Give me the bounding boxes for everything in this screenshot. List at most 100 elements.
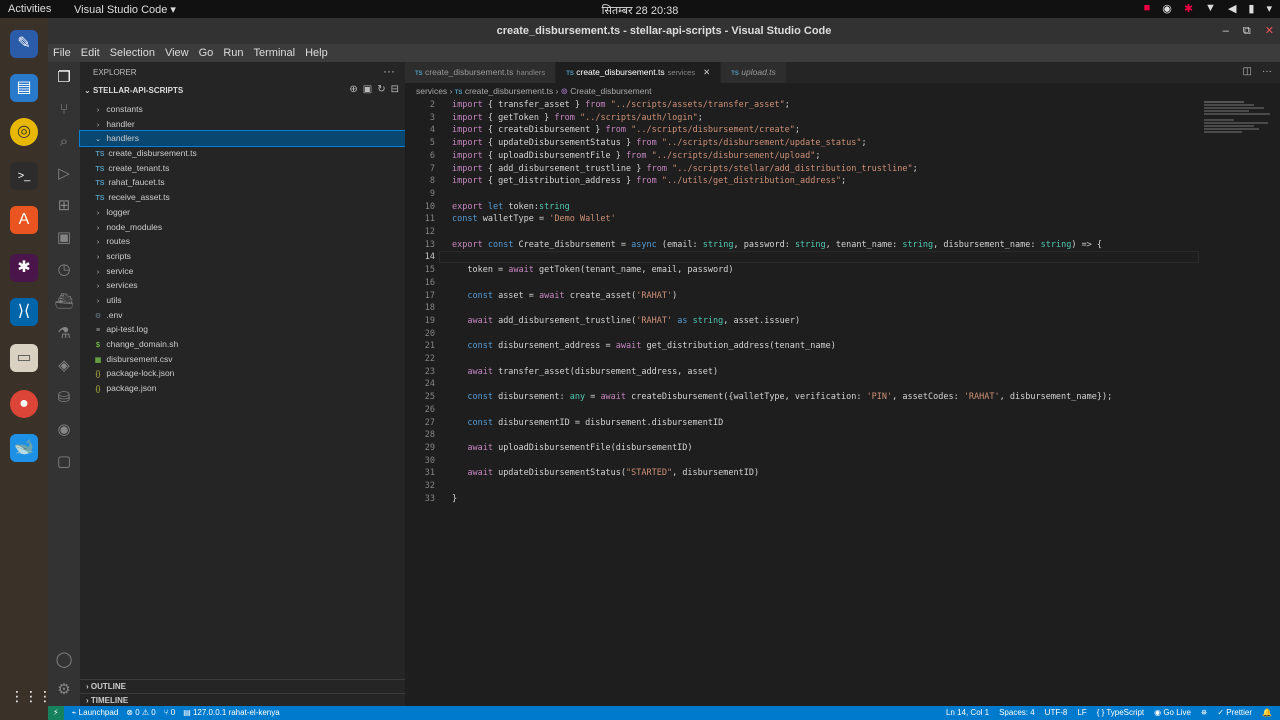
tree-item[interactable]: ≡ api-test.log <box>80 322 405 337</box>
vscode-window: create_disbursement.ts - stellar-api-scr… <box>48 18 1280 720</box>
run-debug-icon[interactable]: ▷ <box>54 164 74 184</box>
line-number: 13 <box>424 239 435 250</box>
tab-1[interactable]: TS create_disbursement.ts handlers <box>405 62 557 83</box>
chat-icon[interactable]: ▢ <box>54 452 74 472</box>
chrome-icon[interactable]: ● <box>10 390 38 418</box>
tree-item[interactable]: $ change_domain.sh <box>80 337 405 352</box>
problems-indicator[interactable]: ⊗ 0 ⚠ 0 <box>126 706 155 720</box>
more-actions-icon[interactable]: ··· <box>383 64 395 78</box>
tree-item[interactable]: › logger <box>80 205 405 220</box>
tree-item[interactable]: TS create_tenant.ts <box>80 161 405 176</box>
tree-item[interactable]: › node_modules <box>80 220 405 235</box>
new-file-icon[interactable]: ⊕ <box>349 84 357 95</box>
split-editor-icon[interactable]: ◫ <box>1243 66 1252 77</box>
tab-3[interactable]: TS upload.ts <box>721 62 787 83</box>
docker-view-icon[interactable]: ⛴ <box>54 292 74 312</box>
tree-item[interactable]: TS create_disbursement.ts <box>80 146 405 161</box>
tree-item[interactable]: ⚙ .env <box>80 308 405 323</box>
clock[interactable]: सितम्बर 28 20:38 <box>0 3 1280 18</box>
notifications-icon[interactable]: 🔔 <box>1262 706 1272 720</box>
tree-item[interactable]: › handler <box>80 117 405 132</box>
timeline-icon[interactable]: ◷ <box>54 260 74 280</box>
tree-item[interactable]: TS receive_asset.ts <box>80 190 405 205</box>
indentation[interactable]: Spaces: 4 <box>999 706 1035 720</box>
record-icon[interactable]: ◉ <box>54 420 74 440</box>
tab-2[interactable]: TS create_disbursement.ts services ✕ <box>556 62 722 83</box>
tree-item[interactable]: {} package-lock.json <box>80 366 405 381</box>
document-viewer-icon[interactable]: ▤ <box>10 74 38 102</box>
menu-selection[interactable]: Selection <box>105 44 160 62</box>
project-root[interactable]: ⌄ STELLAR-API-SCRIPTS <box>84 86 183 95</box>
tree-item[interactable]: › utils <box>80 293 405 308</box>
go-live-button[interactable]: ◉ Go Live <box>1154 706 1191 720</box>
collapse-all-icon[interactable]: ⊟ <box>391 84 399 95</box>
show-apps-icon[interactable]: ⋮⋮⋮ <box>10 682 52 710</box>
docker-icon[interactable]: 🐋 <box>10 434 38 462</box>
tree-item[interactable]: › constants <box>80 102 405 117</box>
layers-icon[interactable]: ◈ <box>54 356 74 376</box>
database-icon[interactable]: ⛁ <box>54 388 74 408</box>
accessibility-icon[interactable]: ⛯ <box>1201 706 1207 720</box>
rhythmbox-icon[interactable]: ◎ <box>10 118 38 146</box>
breadcrumb-file[interactable]: create_disbursement.ts <box>465 86 553 96</box>
menu-run[interactable]: Run <box>218 44 248 62</box>
timeline-section[interactable]: › TIMELINE <box>80 693 405 707</box>
search-icon[interactable]: ⌕ <box>54 132 74 152</box>
tree-item[interactable]: TS rahat_faucet.ts <box>80 175 405 190</box>
line-number: 33 <box>424 493 435 504</box>
remote-explorer-icon[interactable]: ▣ <box>54 228 74 248</box>
menu-edit[interactable]: Edit <box>76 44 105 62</box>
outline-section[interactable]: › OUTLINE <box>80 679 405 693</box>
gear-icon[interactable]: ⚙ <box>54 680 74 700</box>
system-tray[interactable]: ■ ◉ ✱ ▼ ◀ ▮ ▾ <box>1144 2 1272 15</box>
text-editor-icon[interactable]: ✎ <box>10 30 38 58</box>
code-line: await uploadDisbursementFile(disbursemen… <box>467 442 693 453</box>
tree-item[interactable]: › routes <box>80 234 405 249</box>
minimize-button[interactable]: – <box>1223 18 1229 44</box>
minimap[interactable] <box>1204 100 1274 150</box>
menu-go[interactable]: Go <box>194 44 219 62</box>
menu-view[interactable]: View <box>160 44 194 62</box>
explorer-icon[interactable]: ❐ <box>54 68 74 88</box>
tree-item-label: service <box>106 265 134 276</box>
tree-item[interactable]: {} package.json <box>80 381 405 396</box>
end-of-line[interactable]: LF <box>1077 706 1086 720</box>
remote-indicator[interactable]: ⚡ <box>48 706 64 720</box>
code-line: const disbursement_address = await get_d… <box>467 341 836 352</box>
code-line: import { uploadDisbursementFile } from "… <box>452 150 821 161</box>
close-tab-icon[interactable]: ✕ <box>703 67 710 77</box>
maximize-button[interactable]: ⧉ <box>1243 18 1251 44</box>
tree-item[interactable]: › service <box>80 264 405 279</box>
launchpad-item[interactable]: ⌁ Launchpad <box>72 706 119 720</box>
vscode-icon[interactable]: ⟩⟨ <box>10 298 38 326</box>
ports-indicator[interactable]: ⑂ 0 <box>164 706 175 720</box>
files-icon[interactable]: ▭ <box>10 344 38 372</box>
close-button[interactable]: ✕ <box>1265 18 1274 44</box>
refresh-icon[interactable]: ↻ <box>377 84 385 95</box>
tree-item[interactable]: ⌄ handlers <box>79 130 406 148</box>
tree-item[interactable]: › services <box>80 278 405 293</box>
cursor-position[interactable]: Ln 14, Col 1 <box>946 706 989 720</box>
testing-icon[interactable]: ⚗ <box>54 324 74 344</box>
line-number: 15 <box>424 265 435 276</box>
tree-item[interactable]: ▦ disbursement.csv <box>80 352 405 367</box>
breadcrumb-folder[interactable]: services <box>416 86 447 96</box>
source-control-icon[interactable]: ⑂ <box>54 100 74 120</box>
line-number: 22 <box>424 354 435 364</box>
host-indicator[interactable]: ▤ 127.0.0.1 rahat-el-kenya <box>183 706 280 720</box>
menu-file[interactable]: File <box>48 44 76 62</box>
slack-icon[interactable]: ✱ <box>10 254 38 282</box>
encoding[interactable]: UTF-8 <box>1045 706 1068 720</box>
prettier-indicator[interactable]: ✓ Prettier <box>1217 706 1252 720</box>
menu-terminal[interactable]: Terminal <box>249 44 301 62</box>
tree-item[interactable]: › scripts <box>80 249 405 264</box>
menu-help[interactable]: Help <box>300 44 333 62</box>
terminal-icon[interactable]: >_ <box>10 162 38 190</box>
language-mode[interactable]: { } TypeScript <box>1097 706 1144 720</box>
extensions-icon[interactable]: ⊞ <box>54 196 74 216</box>
breadcrumb-symbol[interactable]: Create_disbursement <box>570 86 651 96</box>
new-folder-icon[interactable]: ▣ <box>363 84 372 95</box>
more-actions-icon[interactable]: ··· <box>1262 66 1272 77</box>
app-center-icon[interactable]: A <box>10 206 38 234</box>
account-icon[interactable]: ◯ <box>54 650 74 670</box>
